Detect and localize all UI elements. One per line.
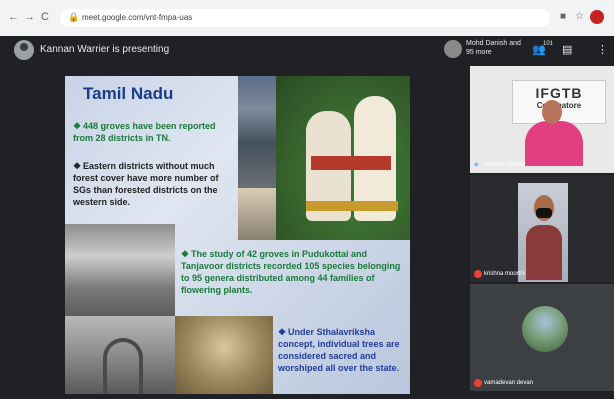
shrine-photo — [238, 188, 276, 240]
star-icon[interactable]: ☆ — [575, 11, 584, 22]
participant-avatar — [444, 40, 462, 58]
participant-body — [526, 225, 562, 280]
terracotta-horses-photo — [276, 76, 410, 240]
participant-name: Kannan Warrier — [484, 162, 526, 168]
temple-photo — [238, 76, 276, 188]
speaking-icon: ◆ — [474, 162, 479, 168]
participant-tile[interactable]: krishna moorthi — [470, 175, 614, 282]
participant-tile[interactable]: vamadevan devan — [470, 284, 614, 391]
fallen-tree-photo — [65, 224, 175, 316]
more-options-icon[interactable]: ⋮ — [597, 43, 608, 56]
presenter-avatar — [14, 40, 34, 60]
participant-tile[interactable]: IFGTB Coimbatore ◆ Kannan Warrier — [470, 66, 614, 173]
back-icon[interactable]: ← — [8, 10, 19, 24]
camera-icon[interactable]: ■ — [560, 11, 566, 22]
banyan-tree-photo — [175, 316, 273, 394]
participant-video — [525, 121, 583, 166]
participant-name: vamadevan devan — [484, 380, 534, 386]
mic-off-icon — [474, 270, 482, 278]
browser-toolbar: ← → C 🔒 meet.google.com/vnt-fmpa-uas ■ ☆ — [0, 0, 614, 36]
address-bar[interactable]: 🔒 meet.google.com/vnt-fmpa-uas — [60, 9, 550, 27]
meet-header: Kannan Warrier is presenting Mohd Danish… — [0, 36, 614, 64]
presenter-label: Kannan Warrier is presenting — [40, 44, 170, 55]
slide-bullet: ❖ 448 groves have been reported from 28 d… — [73, 121, 216, 143]
profile-avatar[interactable] — [590, 10, 604, 24]
slide-bullet: ❖ Eastern districts without much forest c… — [73, 161, 219, 207]
slide-bullet: ❖ Under Sthalavriksha concept, individual… — [278, 327, 400, 373]
chat-icon[interactable]: ▤ — [562, 43, 572, 56]
forward-icon[interactable]: → — [24, 10, 35, 24]
presentation-slide: Tamil Nadu ❖ 448 groves have been reporte… — [65, 76, 410, 394]
people-count: 101 — [543, 41, 554, 47]
presentation-stage: Tamil Nadu ❖ 448 groves have been reporte… — [0, 64, 470, 399]
participant-head — [542, 100, 562, 124]
mic-off-icon — [474, 379, 482, 387]
slide-bullet: ❖ The study of 42 groves in Pudukottai an… — [181, 249, 401, 295]
lock-icon: 🔒 — [68, 12, 80, 22]
participant-avatar — [522, 306, 568, 352]
gate-photo — [65, 316, 175, 394]
url-text: meet.google.com/vnt-fmpa-uas — [82, 13, 193, 22]
face-mask — [536, 208, 552, 218]
participants-summary: Mohd Danish and 95 more — [466, 40, 521, 56]
reload-icon[interactable]: C — [41, 10, 49, 24]
slide-title: Tamil Nadu — [83, 84, 174, 103]
participant-name: krishna moorthi — [484, 271, 526, 277]
